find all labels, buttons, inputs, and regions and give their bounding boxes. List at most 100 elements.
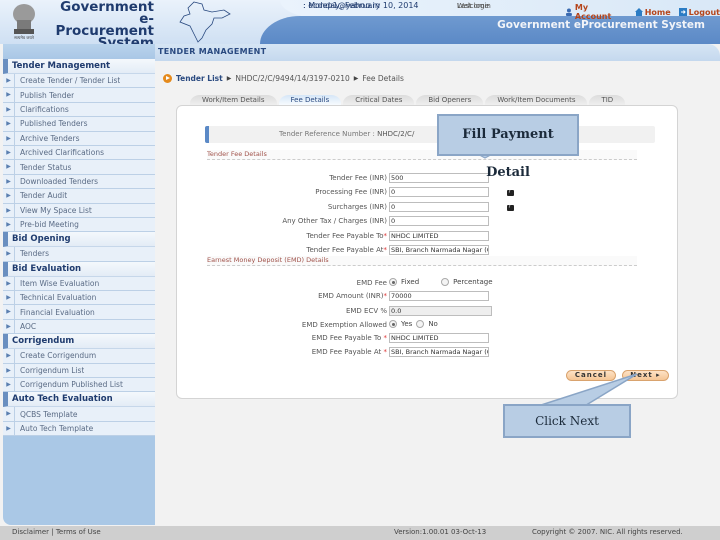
sidebar-item[interactable]: ▶ Item Wise Evaluation (3, 276, 155, 292)
field-label: Processing Fee (INR) (315, 188, 387, 196)
emd-exemption-no-radio[interactable] (416, 320, 425, 328)
sidebar-item-label: Create Corrigendum (20, 351, 97, 361)
sidebar-item-label: Archived Clarifications (20, 148, 105, 158)
section-title: TENDER MANAGEMENT (158, 47, 267, 56)
fee-details-panel: Tender Reference Number : NHDC/2/C/ Tend… (176, 105, 678, 399)
sidebar-item[interactable]: ▶ AOC (3, 319, 155, 335)
sidebar-top (3, 44, 155, 59)
sidebar-item[interactable]: ▶ Publish Tender (3, 88, 155, 103)
sidebar-section-header[interactable]: Bid Evaluation (3, 261, 155, 277)
sidebar-section-header[interactable]: Bid Opening (3, 232, 155, 248)
required-marker: * (383, 348, 388, 356)
sidebar-item[interactable]: ▶ Auto Tech Template (3, 421, 155, 437)
sidebar-section-header[interactable]: Corrigendum (3, 334, 155, 350)
sidebar-section-header[interactable]: Auto Tech Evaluation (3, 392, 155, 408)
tab-fee-details[interactable]: Fee Details (278, 95, 342, 105)
sidebar-item[interactable]: ▶ Corrigendum List (3, 363, 155, 379)
emd-payable-at-input[interactable]: SBI, Branch Narmada Nagar (C (389, 347, 489, 357)
sidebar-item-label: Tender Status (20, 162, 72, 172)
sidebar-section-header[interactable]: Tender Management (3, 59, 155, 74)
logout-label: Logout (688, 7, 720, 17)
tender-fee-row: Any Other Tax / Charges (INR) 0 (177, 216, 677, 228)
logout-icon (678, 8, 687, 16)
sidebar-item[interactable]: ▶ Tender Status (3, 160, 155, 175)
field-input[interactable]: 0 (389, 202, 489, 212)
field-label-text: Tender Fee Payable To (306, 232, 384, 240)
sidebar-item[interactable]: ▶ Downloaded Tenders (3, 174, 155, 190)
emd-payable-at-label: EMD Fee Payable At * (312, 348, 387, 356)
user-icon (565, 8, 572, 16)
sidebar-item[interactable]: ▶ Published Tenders (3, 117, 155, 132)
footer-links[interactable]: Disclaimer | Terms of Use (12, 528, 101, 536)
tab-work-item-details[interactable]: Work/Item Details (190, 95, 277, 105)
logo-line-2: e-Procurement (55, 11, 154, 39)
field-label-text: Surcharges (INR) (327, 203, 387, 211)
sidebar-item[interactable]: ▶ Tender Audit (3, 189, 155, 204)
emd-fee-fixed-radio[interactable] (389, 278, 397, 286)
arrow-right-icon: ▶ (3, 276, 15, 291)
field-input[interactable]: 0 (389, 216, 489, 226)
tab-tid[interactable]: TID (589, 95, 626, 105)
sidebar-item[interactable]: ▶ Archive Tenders (3, 131, 155, 146)
arrow-right-icon: ▶ (3, 421, 15, 436)
india-map-icon (179, 1, 231, 43)
emd-payable-at-label-text: EMD Fee Payable At (311, 348, 382, 356)
arrow-right-icon: ▶ (3, 131, 15, 145)
sidebar-item-label: Tenders (20, 249, 50, 259)
breadcrumb-separator-icon: ▶ (353, 75, 359, 82)
sidebar-item-label: Published Tenders (20, 119, 88, 129)
tab-work-item-documents[interactable]: Work/Item Documents (485, 95, 588, 105)
sidebar-item[interactable]: ▶ Technical Evaluation (3, 291, 155, 306)
sidebar-item-label: Tender Audit (20, 191, 68, 201)
field-label: Tender Fee Payable To* (306, 232, 387, 240)
field-label-text: Tender Fee (INR) (329, 174, 387, 182)
reference-value: NHDC/2/C/ (377, 130, 415, 138)
logo-text[interactable]: Government e-Procurement System (50, 0, 154, 44)
emd-exemption-yes-label: Yes (401, 320, 413, 328)
system-title: Government eProcurement System (497, 19, 705, 31)
sidebar-item[interactable]: ▶ Financial Evaluation (3, 305, 155, 320)
field-input[interactable]: 500 (389, 173, 489, 183)
sidebar-item[interactable]: ▶ QCBS Template (3, 407, 155, 422)
arrow-right-icon: ▶ (3, 305, 15, 319)
sidebar-item[interactable]: ▶ Tenders (3, 247, 155, 262)
emd-payable-at-row: EMD Fee Payable At * SBI, Branch Narmada… (177, 347, 677, 359)
arrow-right-icon: ▶ (3, 203, 15, 217)
help-icon[interactable] (507, 204, 514, 211)
sidebar-item[interactable]: ▶ Corrigendum Published List (3, 378, 155, 393)
sidebar-item[interactable]: ▶ View My Space List (3, 203, 155, 218)
emd-amount-input[interactable]: 70000 (389, 291, 489, 301)
breadcrumb-tender-list[interactable]: Tender List (176, 74, 223, 83)
sidebar-item[interactable]: ▶ Create Corrigendum (3, 349, 155, 364)
sidebar-item[interactable]: ▶ Create Tender / Tender List (3, 74, 155, 89)
field-input[interactable]: NHDC LIMITED (389, 231, 489, 241)
emd-ecv-input: 0.0 (389, 306, 492, 316)
arrow-right-icon: ▶ (3, 319, 15, 334)
emd-exemption-yes-radio[interactable] (389, 320, 397, 328)
required-marker: * (383, 232, 388, 240)
arrow-right-icon: ▶ (3, 160, 15, 174)
tab-bid-openers[interactable]: Bid Openers (416, 95, 484, 105)
field-input[interactable]: SBI, Branch Narmada Nagar (C) (389, 245, 489, 255)
sidebar-item-label: Financial Evaluation (20, 307, 95, 317)
tender-fee-row: Processing Fee (INR) 0 (177, 187, 677, 199)
required-marker: * (383, 246, 388, 254)
field-input[interactable]: 0 (389, 187, 489, 197)
breadcrumb: Tender List ▶ NHDC/2/C/9494/14/3197-0210… (163, 74, 404, 83)
reference-bar: Tender Reference Number : NHDC/2/C/ (205, 126, 655, 143)
emd-payable-to-input[interactable]: NHDC LIMITED (389, 333, 489, 343)
emd-fee-row: EMD Fee Fixed Percentage (177, 278, 677, 290)
sidebar-menu: Tender Management ▶ Create Tender / Tender… (3, 59, 155, 437)
emd-fee-label: EMD Fee (356, 279, 387, 287)
breadcrumb-tender-id[interactable]: NHDC/2/C/9494/14/3197-0210 (235, 74, 349, 83)
sidebar-item[interactable]: ▶ Clarifications (3, 102, 155, 118)
sidebar-item-label: Archive Tenders (20, 133, 80, 143)
field-label: Tender Fee (INR) (329, 174, 387, 182)
sidebar-item[interactable]: ▶ Pre-bid Meeting (3, 217, 155, 233)
emd-fee-percentage-radio[interactable] (441, 278, 450, 286)
sidebar-item[interactable]: ▶ Archived Clarifications (3, 145, 155, 161)
sidebar-item-label: Publish Tender (20, 90, 75, 100)
tab-critical-dates[interactable]: Critical Dates (343, 95, 415, 105)
emd-payable-to-label-text: EMD Fee Payable To (311, 334, 382, 342)
copyright-text: Copyright © 2007. NIC. All rights reserv… (532, 528, 683, 536)
